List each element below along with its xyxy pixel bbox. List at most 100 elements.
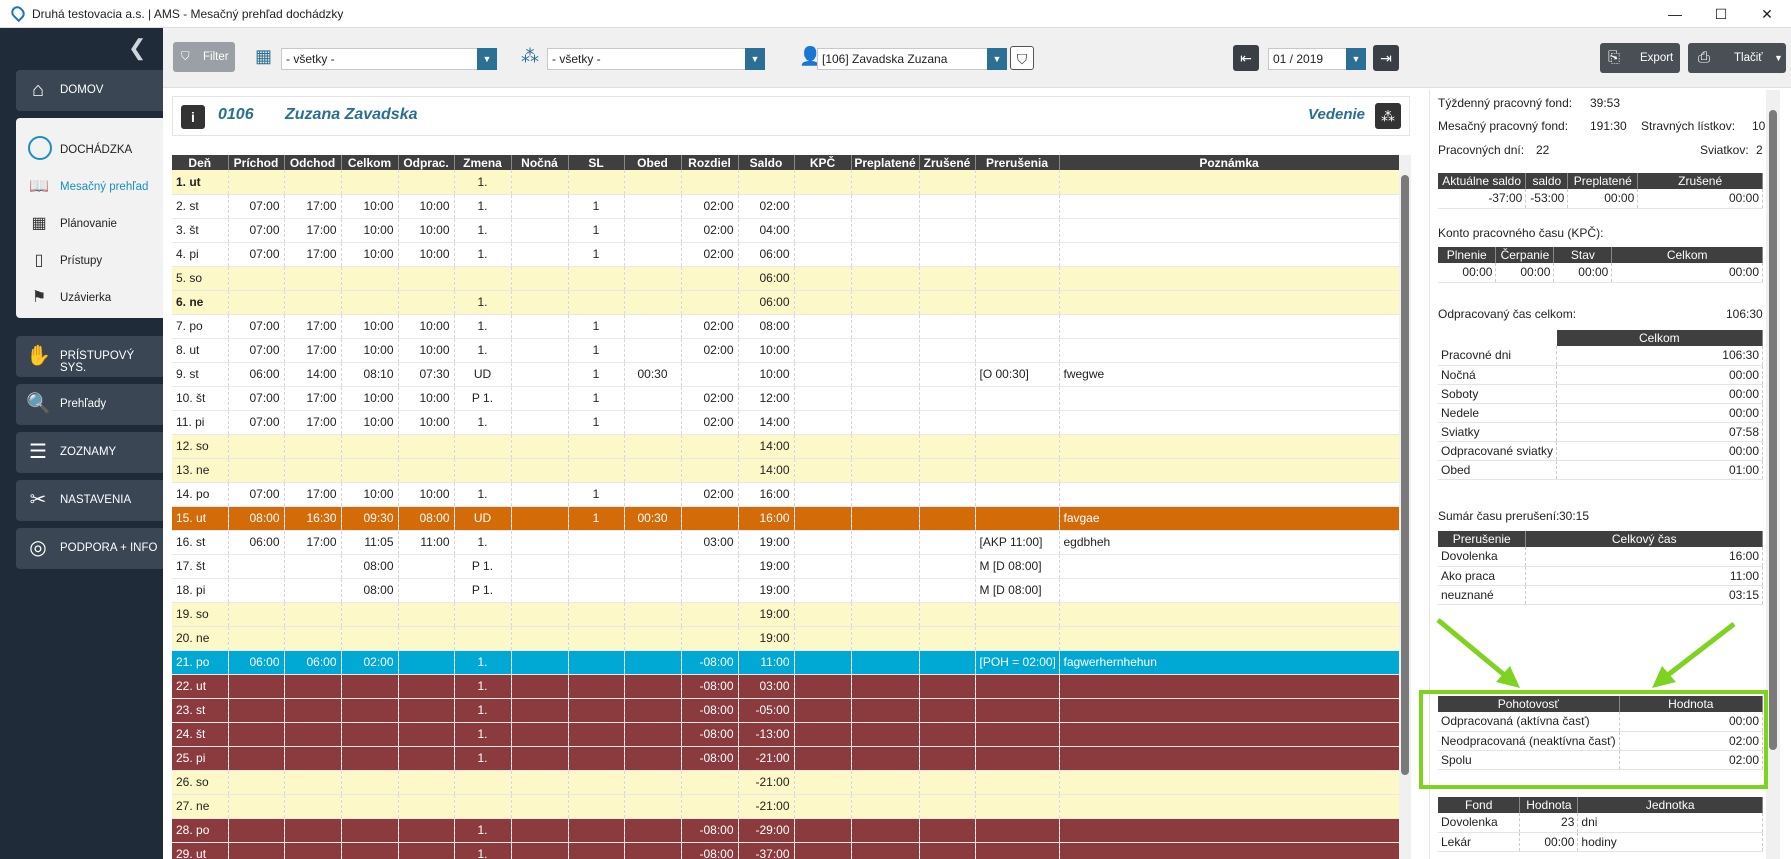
day-row[interactable]: 2. st 07:00 17:00 10:00 10:00 1. 1 02:00 02:00 (172, 194, 1399, 219)
table-row: Dovolenka 16:00 (1438, 547, 1763, 567)
grid-cell (1059, 554, 1399, 579)
day-row[interactable]: 5. so 06:00 (172, 266, 1399, 291)
column-header[interactable]: Zrušené (919, 155, 976, 170)
grid-cell (624, 386, 682, 411)
day-row[interactable]: 29. ut 1. -08:00 -37:00 (172, 842, 1399, 859)
org-chart-icon[interactable]: ⁂ (1375, 103, 1401, 129)
column-header[interactable]: Príchod (228, 155, 285, 170)
day-row[interactable]: 21. po 06:00 06:00 02:00 1. -08:00 11:00 [POH =… (172, 650, 1399, 675)
next-month-button[interactable]: ⇥ (1373, 45, 1399, 71)
day-row[interactable]: 13. ne 14:00 (172, 458, 1399, 483)
nav-podpora[interactable]: ◎ PODPORA + INFO (16, 528, 163, 569)
employee-select[interactable]: [106] Zavadska Zuzana ▼ (817, 48, 1007, 70)
day-row[interactable]: 11. pi 07:00 17:00 10:00 10:00 1. 1 02:00 14:00 (172, 410, 1399, 435)
day-row[interactable]: 10. št 07:00 17:00 10:00 10:00 P 1. 1 02:00 12:0… (172, 386, 1399, 411)
day-row[interactable]: 8. ut 07:00 17:00 10:00 10:00 1. 1 02:00 10:00 (172, 338, 1399, 363)
nav-pristupy[interactable]: ▯ Prístupy (16, 245, 163, 277)
grid-cell (398, 602, 455, 627)
column-header[interactable]: SL (568, 155, 625, 170)
minimize-button[interactable]: — (1652, 2, 1698, 26)
column-header[interactable]: KPČ (794, 155, 852, 170)
summary-scrollbar[interactable] (1766, 90, 1780, 859)
day-row[interactable]: 22. ut 1. -08:00 03:00 (172, 674, 1399, 699)
window-title: Druhá testovacia a.s. | AMS - Mesačný pr… (32, 7, 344, 21)
chevron-down-icon[interactable]: ▼ (987, 48, 1007, 70)
chevron-down-icon[interactable]: ▼ (745, 48, 765, 70)
grid-cell: 08:00 (738, 314, 795, 339)
day-row[interactable]: 28. po 1. -08:00 -29:00 (172, 818, 1399, 843)
maximize-button[interactable]: ☐ (1698, 2, 1744, 26)
scrollbar-thumb[interactable] (1401, 175, 1409, 775)
group-select[interactable]: - všetky - ▼ (547, 48, 765, 70)
day-row[interactable]: 18. pi 08:00 P 1. 19:00 M [D 08:00] (172, 578, 1399, 603)
column-header[interactable]: Saldo (738, 155, 795, 170)
table-header: saldo (1525, 173, 1569, 189)
grid-cell (975, 626, 1060, 651)
column-header[interactable]: Odprac. (398, 155, 455, 170)
grid-cell (511, 170, 569, 195)
day-row[interactable]: 17. št 08:00 P 1. 19:00 M [D 08:00] (172, 554, 1399, 579)
chevron-down-icon[interactable]: ▼ (1346, 48, 1366, 70)
column-header[interactable]: Rozdiel (681, 155, 739, 170)
column-header[interactable]: Preplatené (851, 155, 920, 170)
print-button[interactable]: ⎙ Tlačiť ▼ (1688, 43, 1786, 73)
collapse-sidebar-icon[interactable]: ❮ (128, 37, 146, 59)
nav-dochadzka[interactable]: DOCHÁDZKA (16, 132, 163, 166)
column-header[interactable]: Odchod (284, 155, 342, 170)
column-header[interactable]: Obed (624, 155, 682, 170)
column-header[interactable]: Deň (172, 155, 229, 170)
grid-cell (341, 674, 399, 699)
day-row[interactable]: 25. pi 1. -08:00 -21:00 (172, 746, 1399, 771)
export-button[interactable]: ⎘ Export (1600, 43, 1680, 73)
day-row[interactable]: 16. st 06:00 17:00 11:05 11:00 1. 03:00 19:00 [A… (172, 530, 1399, 555)
close-button[interactable]: ✕ (1744, 2, 1790, 26)
prev-month-button[interactable]: ⇤ (1233, 45, 1259, 71)
department-select[interactable]: - všetky - ▼ (281, 48, 497, 70)
column-header[interactable]: Celkom (341, 155, 399, 170)
nav-uzavierka[interactable]: ⚑ Uzávierka (16, 282, 163, 314)
day-row[interactable]: 26. so -21:00 (172, 770, 1399, 795)
column-header[interactable]: Nočná (511, 155, 569, 170)
table-cell: 07:58 (1556, 422, 1763, 442)
grid-cell: M [D 08:00] (975, 578, 1060, 603)
group-select-value: - všetky - (552, 52, 601, 66)
column-header[interactable]: Poznámka (1059, 155, 1399, 170)
nav-mesacny-prehlad[interactable]: 📖 Mesačný prehľad (16, 171, 163, 203)
scrollbar-thumb[interactable] (1769, 110, 1777, 750)
day-row[interactable]: 27. ne -21:00 (172, 794, 1399, 819)
day-row[interactable]: 12. so 14:00 (172, 434, 1399, 459)
day-row[interactable]: 3. št 07:00 17:00 10:00 10:00 1. 1 02:00 04:00 (172, 218, 1399, 243)
chevron-down-icon[interactable]: ▼ (477, 48, 497, 70)
grid-scrollbar[interactable] (1399, 155, 1411, 859)
period-select[interactable]: 01 / 2019 ▼ (1268, 48, 1366, 70)
grid-cell: P 1. (454, 578, 512, 603)
grid-cell: 1. (454, 482, 512, 507)
nav-domov[interactable]: ⌂ DOMOV (16, 70, 163, 111)
nav-pristupovy-sys[interactable]: ✋ PRÍSTUPOVÝ SYS. (16, 336, 163, 377)
nav-zoznamy[interactable]: ☰ ZOZNAMY (16, 432, 163, 473)
grid-cell (398, 554, 455, 579)
day-row[interactable]: 4. pi 07:00 17:00 10:00 10:00 1. 1 02:00 06:00 (172, 242, 1399, 267)
nav-planovanie[interactable]: ▦ Plánovanie (16, 208, 163, 240)
day-row[interactable]: 20. ne 19:00 (172, 626, 1399, 651)
day-row[interactable]: 7. po 07:00 17:00 10:00 10:00 1. 1 02:00 08:00 (172, 314, 1399, 339)
day-row[interactable]: 14. po 07:00 17:00 10:00 10:00 1. 1 02:00 16:00 (172, 482, 1399, 507)
employee-filter-icon[interactable]: ⛉ (1010, 46, 1034, 70)
nav-prehlady[interactable]: 🔍 Prehľady (16, 384, 163, 425)
column-header[interactable]: Zmena (454, 155, 512, 170)
day-row[interactable]: 23. st 1. -08:00 -05:00 (172, 698, 1399, 723)
nav-label: Plánovanie (60, 218, 117, 230)
day-row[interactable]: 6. ne 1. 06:00 (172, 290, 1399, 315)
grid-cell: 1. (454, 242, 512, 267)
filter-button[interactable]: ⛉ Filter (173, 42, 235, 72)
day-row[interactable]: 15. ut 08:00 16:30 09:30 08:00 UD 1 00:30 16:00 f… (172, 506, 1399, 531)
nav-nastavenia[interactable]: ✂ NASTAVENIA (16, 480, 163, 521)
column-header[interactable]: Prerušenia (975, 155, 1060, 170)
grid-cell (511, 770, 569, 795)
filter-label: Filter (203, 51, 229, 63)
day-row[interactable]: 19. so 19:00 (172, 602, 1399, 627)
day-row[interactable]: 24. št 1. -08:00 -13:00 (172, 722, 1399, 747)
table-cell: 00:00 (1556, 403, 1763, 423)
day-row[interactable]: 9. st 06:00 14:00 08:10 07:30 UD 1 00:30 10:00 [O… (172, 362, 1399, 387)
day-row[interactable]: 1. ut 1. (172, 170, 1399, 195)
